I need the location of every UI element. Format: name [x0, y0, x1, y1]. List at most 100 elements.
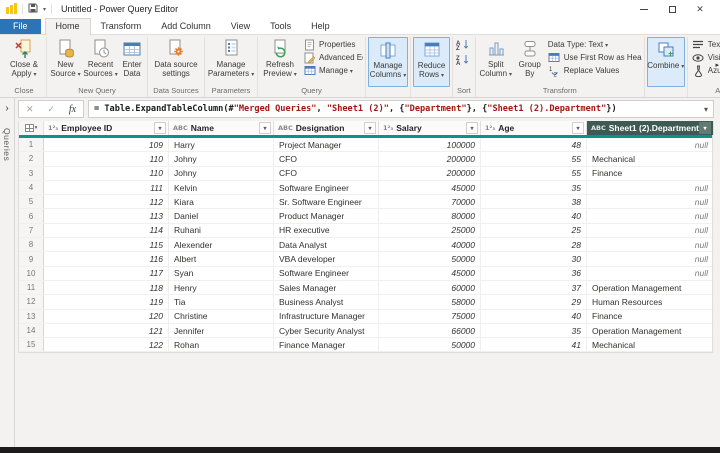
grid-cell[interactable]: null: [587, 267, 714, 280]
grid-cell[interactable]: 200000: [379, 152, 481, 165]
data-source-settings-button[interactable]: Data source settings: [150, 37, 202, 85]
sort-ascending-icon[interactable]: AZ: [456, 39, 471, 52]
group-by-button[interactable]: Group By: [515, 37, 545, 85]
column-header-name[interactable]: ABCName▾: [169, 121, 274, 135]
grid-cell[interactable]: 118: [44, 281, 169, 294]
grid-cell[interactable]: Product Manager: [274, 209, 379, 222]
grid-cell[interactable]: 58000: [379, 295, 481, 308]
grid-cell[interactable]: Sales Manager: [274, 281, 379, 294]
grid-cell[interactable]: Tia: [169, 295, 274, 308]
formula-confirm-icon[interactable]: ✓: [47, 104, 55, 115]
grid-cell[interactable]: Operation Management: [587, 281, 714, 294]
grid-cell[interactable]: Mechanical: [587, 338, 714, 351]
column-header-salary[interactable]: 1²₃Salary▾: [379, 121, 481, 135]
grid-cell[interactable]: Kelvin: [169, 181, 274, 194]
grid-cell[interactable]: 55: [481, 167, 587, 180]
menu-tab-tools[interactable]: Tools: [260, 19, 301, 34]
grid-cell[interactable]: 110: [44, 152, 169, 165]
grid-cell[interactable]: Syan: [169, 267, 274, 280]
split-column-button[interactable]: Split Column: [478, 37, 514, 85]
grid-cell[interactable]: CFO: [274, 152, 379, 165]
row-number[interactable]: 10: [19, 267, 44, 280]
grid-cell[interactable]: Cyber Security Analyst: [274, 324, 379, 337]
grid-cell[interactable]: null: [587, 209, 714, 222]
column-header-age[interactable]: 1²₃Age▾: [481, 121, 587, 135]
grid-cell[interactable]: Human Resources: [587, 295, 714, 308]
refresh-preview-button[interactable]: Refresh Preview: [260, 37, 300, 85]
grid-cell[interactable]: 200000: [379, 167, 481, 180]
filter-dropdown-icon[interactable]: ▾: [572, 122, 584, 134]
grid-cell[interactable]: 50000: [379, 338, 481, 351]
combine-button[interactable]: Combine: [647, 37, 685, 87]
expand-queries-pane-icon[interactable]: ›: [0, 98, 14, 118]
grid-cell[interactable]: Software Engineer: [274, 267, 379, 280]
grid-cell[interactable]: Alexender: [169, 238, 274, 251]
grid-cell[interactable]: 28: [481, 238, 587, 251]
manage-parameters-button[interactable]: Manage Parameters: [207, 37, 255, 85]
menu-tab-help[interactable]: Help: [301, 19, 340, 34]
text-analytics-button[interactable]: Text Analytics: [690, 38, 720, 51]
grid-cell[interactable]: Finance Manager: [274, 338, 379, 351]
grid-cell[interactable]: Data Analyst: [274, 238, 379, 251]
grid-cell[interactable]: 41: [481, 338, 587, 351]
formula-text[interactable]: = Table.ExpandTableColumn(#"Merged Queri…: [94, 104, 700, 114]
grid-cell[interactable]: null: [587, 238, 714, 251]
manage-button[interactable]: Manage: [301, 64, 363, 77]
grid-cell[interactable]: 25: [481, 224, 587, 237]
grid-cell[interactable]: Operation Management: [587, 324, 714, 337]
grid-cell[interactable]: 60000: [379, 281, 481, 294]
row-number[interactable]: 8: [19, 238, 44, 251]
grid-cell[interactable]: null: [587, 195, 714, 208]
grid-cell[interactable]: 48: [481, 138, 587, 151]
table-menu-button[interactable]: ▾: [19, 121, 44, 135]
grid-cell[interactable]: 37: [481, 281, 587, 294]
close-button[interactable]: ✕: [686, 0, 714, 18]
grid-cell[interactable]: 122: [44, 338, 169, 351]
grid-cell[interactable]: 112: [44, 195, 169, 208]
properties-button[interactable]: Properties: [301, 38, 363, 51]
grid-cell[interactable]: Business Analyst: [274, 295, 379, 308]
grid-cell[interactable]: 115: [44, 238, 169, 251]
row-number[interactable]: 15: [19, 338, 44, 351]
grid-cell[interactable]: 75000: [379, 310, 481, 323]
grid-cell[interactable]: Infrastructure Manager: [274, 310, 379, 323]
grid-cell[interactable]: Finance: [587, 167, 714, 180]
row-number[interactable]: 1: [19, 138, 44, 151]
grid-cell[interactable]: Ruhani: [169, 224, 274, 237]
grid-cell[interactable]: Christine: [169, 310, 274, 323]
quick-access-dropdown-icon[interactable]: ▾: [43, 6, 46, 13]
grid-cell[interactable]: 45000: [379, 267, 481, 280]
grid-cell[interactable]: VBA developer: [274, 252, 379, 265]
grid-cell[interactable]: 121: [44, 324, 169, 337]
column-header-sheet1-2-department[interactable]: ABCSheet1 (2).Department▾: [587, 121, 714, 135]
grid-cell[interactable]: 80000: [379, 209, 481, 222]
grid-cell[interactable]: Finance: [587, 310, 714, 323]
close-apply-button[interactable]: Close & Apply: [4, 37, 44, 85]
grid-cell[interactable]: Rohan: [169, 338, 274, 351]
grid-cell[interactable]: null: [587, 252, 714, 265]
queries-pane-collapsed[interactable]: › Queries: [0, 98, 15, 447]
menu-tab-view[interactable]: View: [221, 19, 260, 34]
formula-expand-icon[interactable]: ▾: [704, 105, 708, 114]
grid-cell[interactable]: 113: [44, 209, 169, 222]
menu-tab-transform[interactable]: Transform: [91, 19, 152, 34]
filter-dropdown-icon[interactable]: ▾: [154, 122, 166, 134]
grid-cell[interactable]: 40000: [379, 238, 481, 251]
row-number[interactable]: 14: [19, 324, 44, 337]
grid-cell[interactable]: 70000: [379, 195, 481, 208]
grid-cell[interactable]: 110: [44, 167, 169, 180]
column-header-employee-id[interactable]: 1²₃Employee ID▾: [44, 121, 169, 135]
menu-tab-file[interactable]: File: [0, 19, 41, 34]
grid-cell[interactable]: Johny: [169, 152, 274, 165]
grid-cell[interactable]: 114: [44, 224, 169, 237]
menu-tab-home[interactable]: Home: [45, 18, 91, 35]
grid-cell[interactable]: 25000: [379, 224, 481, 237]
filter-dropdown-icon[interactable]: ▾: [699, 122, 711, 134]
formula-cancel-icon[interactable]: ✕: [26, 104, 34, 115]
grid-cell[interactable]: null: [587, 224, 714, 237]
minimize-button[interactable]: [630, 0, 658, 18]
column-header-designation[interactable]: ABCDesignation▾: [274, 121, 379, 135]
grid-cell[interactable]: 120: [44, 310, 169, 323]
grid-cell[interactable]: 109: [44, 138, 169, 151]
grid-cell[interactable]: 117: [44, 267, 169, 280]
